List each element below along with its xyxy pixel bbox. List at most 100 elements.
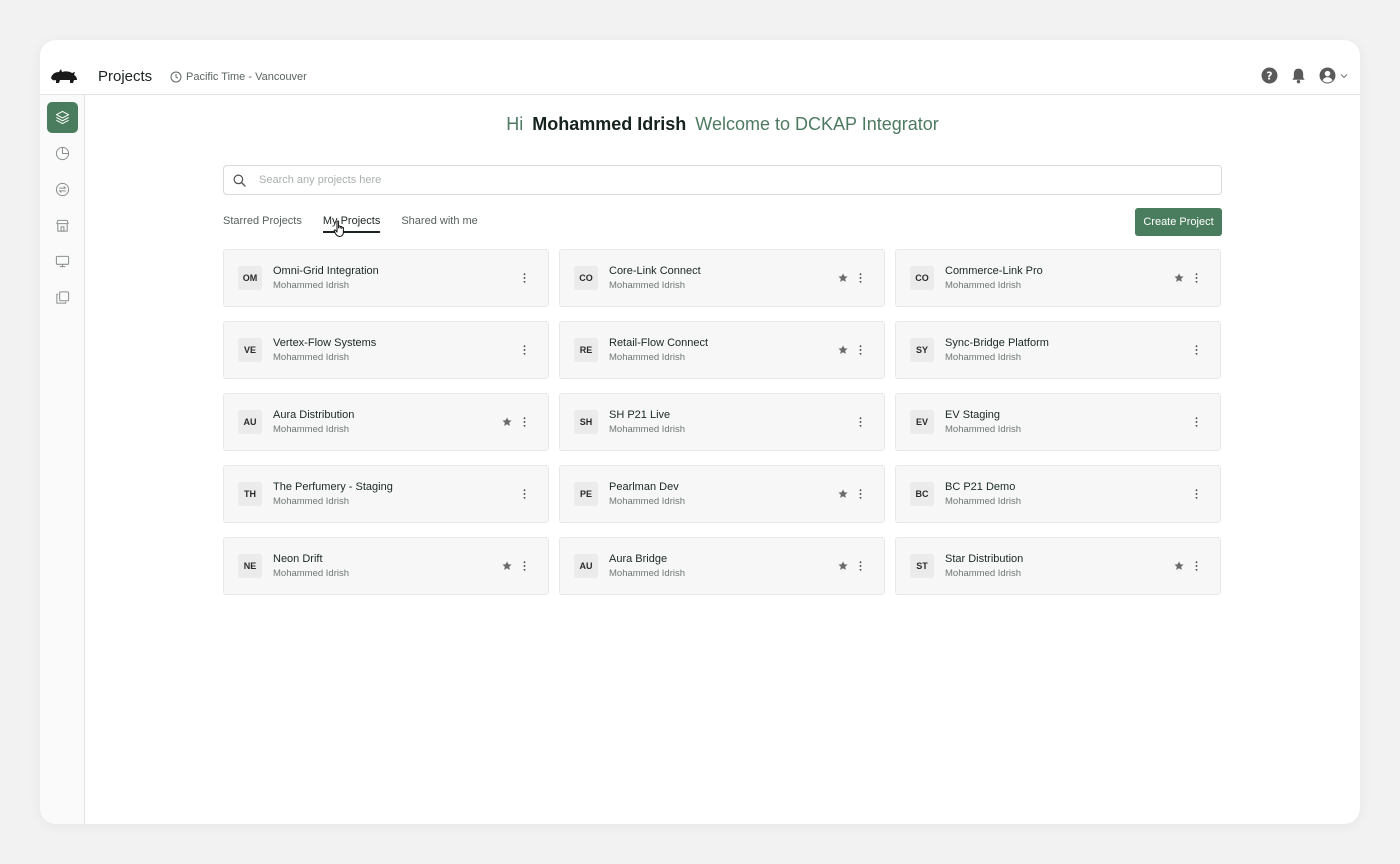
project-menu-button[interactable] [854, 559, 866, 573]
more-vertical-icon [1195, 345, 1197, 355]
project-card[interactable]: TH The Perfumery - Staging Mohammed Idri… [223, 465, 549, 523]
header-actions: ? [1261, 67, 1348, 84]
project-menu-button[interactable] [518, 487, 530, 501]
timezone-label: Pacific Time - Vancouver [186, 71, 307, 83]
search-input[interactable] [259, 174, 1159, 186]
layers-icon [55, 110, 70, 125]
project-owner: Mohammed Idrish [609, 424, 686, 435]
sync-icon [55, 182, 70, 197]
user-menu[interactable] [1319, 67, 1348, 84]
project-owner: Mohammed Idrish [609, 568, 686, 579]
sidebar-item-store[interactable] [47, 210, 78, 241]
project-menu-button[interactable] [518, 415, 530, 429]
star-icon[interactable] [838, 489, 848, 499]
project-name: Vertex-Flow Systems [273, 337, 377, 349]
more-vertical-icon [523, 417, 525, 427]
help-icon: ? [1261, 67, 1278, 84]
project-menu-button[interactable] [518, 343, 530, 357]
hand-cursor-icon [333, 220, 344, 237]
project-menu-button[interactable] [1190, 343, 1202, 357]
sidebar-item-monitor[interactable] [47, 246, 78, 277]
project-owner: Mohammed Idrish [609, 352, 686, 363]
greeting-text: Hi [506, 114, 524, 134]
project-name: EV Staging [945, 409, 1001, 421]
project-initials-badge: RE [574, 338, 598, 362]
more-vertical-icon [859, 489, 861, 499]
top-bar: Projects Pacific Time - Vancouver ? [40, 40, 1360, 95]
search-icon [233, 174, 246, 187]
project-menu-button[interactable] [854, 343, 866, 357]
more-vertical-icon [523, 273, 525, 283]
more-vertical-icon [523, 345, 525, 355]
project-name: Retail-Flow Connect [609, 337, 709, 349]
star-icon[interactable] [502, 417, 512, 427]
project-owner: Mohammed Idrish [273, 424, 350, 435]
user-avatar-icon [1319, 67, 1336, 84]
project-card[interactable]: EV EV Staging Mohammed Idrish [895, 393, 1221, 451]
star-icon[interactable] [502, 561, 512, 571]
project-menu-button[interactable] [1190, 487, 1202, 501]
sidebar [40, 95, 85, 824]
project-name: Aura Bridge [609, 553, 668, 565]
project-owner: Mohammed Idrish [273, 280, 350, 291]
project-initials-badge: PE [574, 482, 598, 506]
search-bar [223, 165, 1222, 195]
project-menu-button[interactable] [854, 487, 866, 501]
more-vertical-icon [1195, 273, 1197, 283]
create-project-button[interactable]: Create Project [1135, 208, 1222, 236]
project-owner: Mohammed Idrish [945, 568, 1022, 579]
notifications-button[interactable] [1290, 67, 1307, 84]
tab-starred-projects[interactable]: Starred Projects [223, 215, 302, 233]
project-initials-badge: EV [910, 410, 934, 434]
project-card[interactable]: RE Retail-Flow Connect Mohammed Idrish [559, 321, 885, 379]
sidebar-item-projects[interactable] [47, 102, 78, 133]
project-grid: OM Omni-Grid Integration Mohammed Idrish… [223, 249, 1222, 595]
sidebar-item-analytics[interactable] [47, 138, 78, 169]
project-menu-button[interactable] [1190, 559, 1202, 573]
project-menu-button[interactable] [1190, 271, 1202, 285]
project-name: The Perfumery - Staging [273, 481, 393, 493]
project-initials-badge: CO [910, 266, 934, 290]
project-card[interactable]: PE Pearlman Dev Mohammed Idrish [559, 465, 885, 523]
project-owner: Mohammed Idrish [273, 568, 350, 579]
help-button[interactable]: ? [1261, 67, 1278, 84]
project-owner: Mohammed Idrish [609, 280, 686, 291]
clock-icon [170, 71, 182, 83]
rhino-logo-icon[interactable] [50, 66, 78, 84]
sidebar-item-templates[interactable] [47, 282, 78, 313]
project-menu-button[interactable] [518, 559, 530, 573]
more-vertical-icon [859, 345, 861, 355]
project-card[interactable]: ST Star Distribution Mohammed Idrish [895, 537, 1221, 595]
star-icon[interactable] [838, 345, 848, 355]
star-icon[interactable] [838, 273, 848, 283]
project-card[interactable]: AU Aura Distribution Mohammed Idrish [223, 393, 549, 451]
project-owner: Mohammed Idrish [945, 496, 1022, 507]
project-card[interactable]: CO Core-Link Connect Mohammed Idrish [559, 249, 885, 307]
timezone-indicator[interactable]: Pacific Time - Vancouver [170, 71, 307, 83]
project-card[interactable]: OM Omni-Grid Integration Mohammed Idrish [223, 249, 549, 307]
project-initials-badge: VE [238, 338, 262, 362]
project-name: Commerce-Link Pro [945, 265, 1043, 277]
page-title: Projects [98, 68, 153, 85]
project-card[interactable]: CO Commerce-Link Pro Mohammed Idrish [895, 249, 1221, 307]
project-card[interactable]: SY Sync-Bridge Platform Mohammed Idrish [895, 321, 1221, 379]
project-menu-button[interactable] [1190, 415, 1202, 429]
project-menu-button[interactable] [854, 271, 866, 285]
pie-chart-icon [55, 146, 70, 161]
project-menu-button[interactable] [854, 415, 866, 429]
project-owner: Mohammed Idrish [609, 496, 686, 507]
project-card[interactable]: NE Neon Drift Mohammed Idrish [223, 537, 549, 595]
project-name: Pearlman Dev [609, 481, 679, 493]
tab-shared-with-me[interactable]: Shared with me [401, 215, 477, 233]
project-card[interactable]: AU Aura Bridge Mohammed Idrish [559, 537, 885, 595]
project-card[interactable]: BC BC P21 Demo Mohammed Idrish [895, 465, 1221, 523]
star-icon[interactable] [1174, 561, 1184, 571]
project-card[interactable]: VE Vertex-Flow Systems Mohammed Idrish [223, 321, 549, 379]
more-vertical-icon [1195, 417, 1197, 427]
project-menu-button[interactable] [518, 271, 530, 285]
project-card[interactable]: SH SH P21 Live Mohammed Idrish [559, 393, 885, 451]
star-icon[interactable] [838, 561, 848, 571]
sidebar-item-sync[interactable] [47, 174, 78, 205]
tab-my-projects[interactable]: My Projects [322, 215, 381, 233]
star-icon[interactable] [1174, 273, 1184, 283]
